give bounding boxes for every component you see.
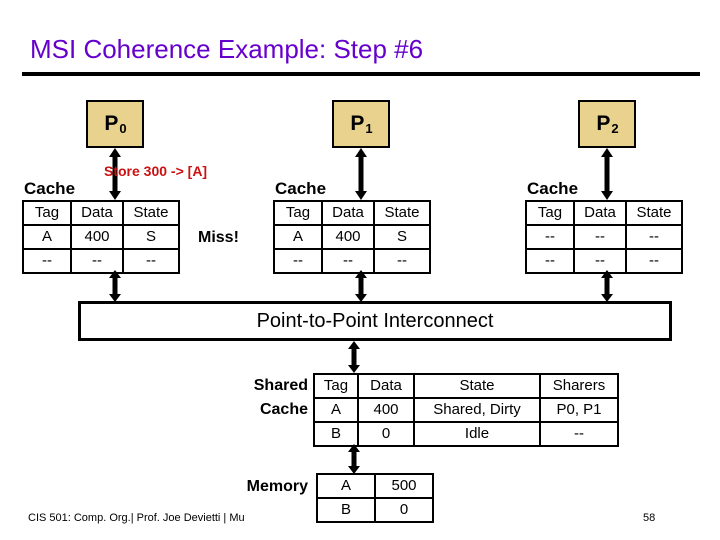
cache-header-tag-p1: Tag [273,200,323,226]
shared-cell-sharers-r0: P0, P1 [539,397,619,423]
shared-header-state: State [413,373,541,399]
shared-cell-tag-r0: A [313,397,359,423]
memory-label: Memory [246,478,308,495]
cache-cell-state-p0-r0: S [122,224,180,250]
processor-box-p2: P2 [578,100,636,148]
cache-cell-state-p1-r1: -- [373,248,431,274]
shared-header-sharers: Sharers [539,373,619,399]
title-divider [22,72,700,76]
arrow-p0-cache-to-interconnect [108,270,122,302]
shared-cell-state-r0: Shared, Dirty [413,397,541,423]
arrow-p1-cache-to-interconnect [354,270,368,302]
shared-cell-sharers-r1: -- [539,421,619,447]
memory-cell-value-r1: 0 [374,497,434,523]
table-row: Tag Data State [273,200,431,226]
cache-header-data-p1: Data [321,200,375,226]
cache-cell-data-p1-r0: 400 [321,224,375,250]
interconnect-label: Point-to-Point Interconnect [256,309,494,332]
shared-cell-tag-r1: B [313,421,359,447]
cache-cell-tag-p1-r0: A [273,224,323,250]
processor-label-p0: P [104,112,119,135]
processor-label-p1: P [350,112,365,135]
cache-header-state-p1: State [373,200,431,226]
interconnect-box: Point-to-Point Interconnect [78,301,672,341]
cache-cell-state-p1-r0: S [373,224,431,250]
processor-index-p0: 0 [119,120,127,136]
table-row: Tag Data State Sharers [313,373,619,399]
cache-label-p0: Cache [24,179,76,198]
arrow-shared-cache-to-memory [347,444,361,474]
page-title: MSI Coherence Example: Step #6 [30,34,424,64]
cache-label-p2: Cache [527,179,579,198]
cache-table-p1: Tag Data State A 400 S -- -- -- [273,200,431,274]
cache-header-data-p2: Data [573,200,627,226]
table-row: A 400 S [22,224,180,250]
shared-cell-data-r1: 0 [357,421,415,447]
cache-cell-state-p2-r0: -- [625,224,683,250]
table-row: Tag Data State [525,200,683,226]
table-row: A 400 S [273,224,431,250]
cache-label-p1: Cache [275,179,327,198]
cache-cell-tag-p0-r0: A [22,224,72,250]
shared-cache-label: Shared Cache [224,374,308,422]
cache-header-tag-p0: Tag [22,200,72,226]
table-row: -- -- -- [525,224,683,250]
shared-header-data: Data [357,373,415,399]
table-row: Tag Data State [22,200,180,226]
table-row: B 0 [316,497,434,523]
footer-credit: CIS 501: Comp. Org.| Prof. Joe Devietti … [28,512,245,524]
cache-cell-data-p2-r0: -- [573,224,627,250]
cache-cell-tag-p1-r1: -- [273,248,323,274]
processor-box-p0: P0 [86,100,144,148]
cache-cell-state-p0-r1: -- [122,248,180,274]
shared-cache-label-line2: Cache [259,401,308,418]
memory-table: A 500 B 0 [316,473,434,523]
store-operation-annotation: Store 300 -> [A] [104,163,208,179]
memory-cell-addr-r1: B [316,497,376,523]
miss-annotation: Miss! [198,229,239,246]
processor-index-p1: 1 [365,120,373,136]
arrow-p2-cache-to-interconnect [600,270,614,302]
processor-label-p2: P [596,112,611,135]
cache-cell-state-p2-r1: -- [625,248,683,274]
cache-header-data-p0: Data [70,200,124,226]
table-row: -- -- -- [273,248,431,274]
shared-cache-label-line1: Shared [253,377,308,394]
shared-header-tag: Tag [313,373,359,399]
arrow-p2-to-cache [600,148,614,200]
processor-index-p2: 2 [611,120,619,136]
table-row: A 400 Shared, Dirty P0, P1 [313,397,619,423]
arrow-interconnect-to-shared-cache [347,341,361,373]
shared-cell-data-r0: 400 [357,397,415,423]
memory-cell-value-r0: 500 [374,473,434,499]
table-row: B 0 Idle -- [313,421,619,447]
shared-cache-table: Tag Data State Sharers A 400 Shared, Dir… [313,373,619,447]
table-row: -- -- -- [22,248,180,274]
cache-table-p2: Tag Data State -- -- -- -- -- -- [525,200,683,274]
cache-cell-tag-p0-r1: -- [22,248,72,274]
cache-header-state-p0: State [122,200,180,226]
cache-header-tag-p2: Tag [525,200,575,226]
table-row: A 500 [316,473,434,499]
arrow-p1-to-cache [354,148,368,200]
processor-box-p1: P1 [332,100,390,148]
shared-cell-state-r1: Idle [413,421,541,447]
cache-cell-tag-p2-r0: -- [525,224,575,250]
cache-table-p0: Tag Data State A 400 S -- -- -- [22,200,180,274]
cache-cell-data-p0-r0: 400 [70,224,124,250]
page-number: 58 [643,512,656,524]
cache-cell-tag-p2-r1: -- [525,248,575,274]
cache-header-state-p2: State [625,200,683,226]
memory-cell-addr-r0: A [316,473,376,499]
